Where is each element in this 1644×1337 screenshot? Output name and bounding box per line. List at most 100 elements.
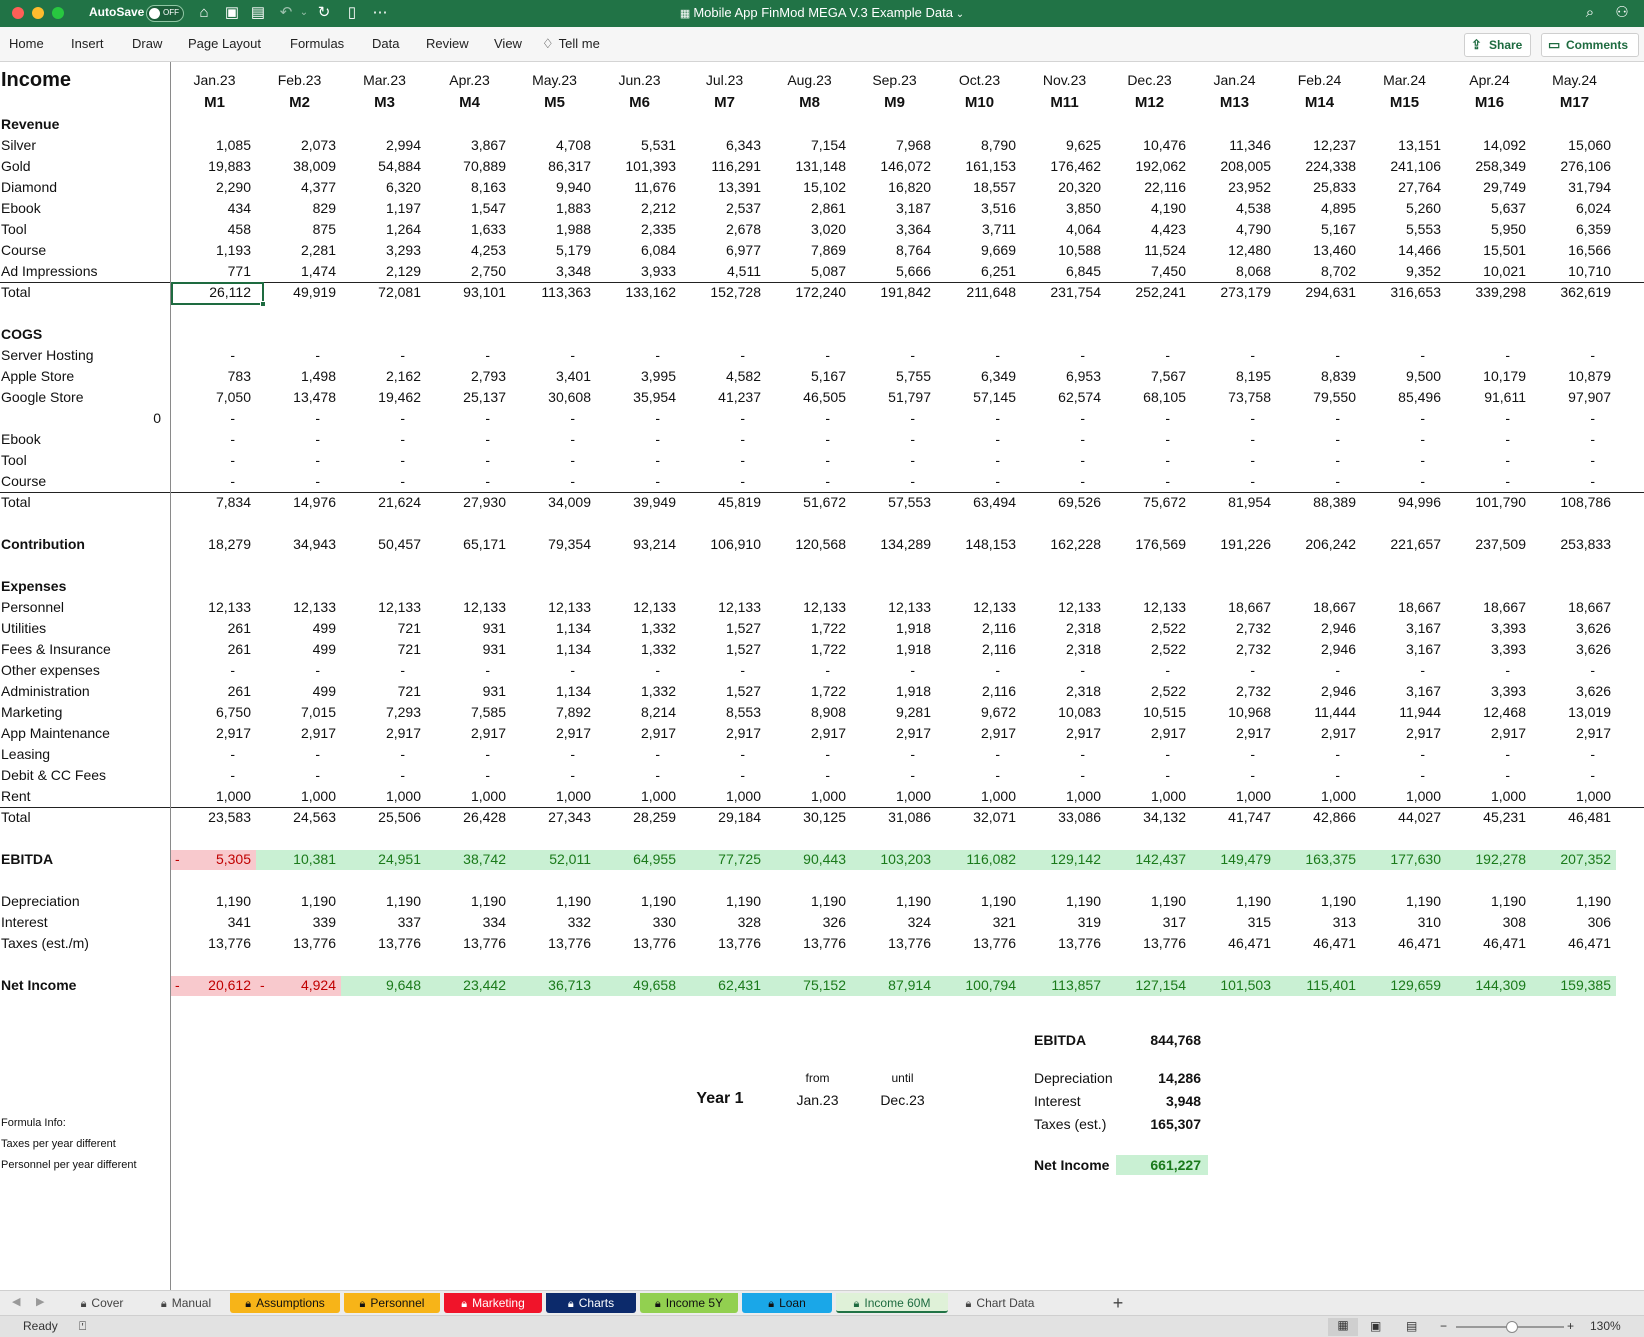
value-cell[interactable]: -: [852, 471, 915, 492]
row-label[interactable]: Course: [1, 240, 169, 261]
value-cell[interactable]: 116,082: [937, 849, 1016, 870]
month-header[interactable]: May.24: [1532, 70, 1617, 91]
value-cell[interactable]: 1,000: [597, 786, 676, 807]
value-cell[interactable]: -: [1532, 744, 1595, 765]
value-cell[interactable]: 41,747: [1192, 807, 1271, 828]
value-cell[interactable]: 46,471: [1447, 933, 1526, 954]
value-cell[interactable]: 14,976: [257, 492, 336, 513]
value-cell[interactable]: -: [597, 744, 660, 765]
sheet-tab-personnel[interactable]: 🔒︎ Personnel: [344, 1293, 440, 1313]
value-cell[interactable]: 2,116: [937, 681, 1016, 702]
value-cell[interactable]: -: [1362, 660, 1425, 681]
value-cell[interactable]: 7,450: [1107, 261, 1186, 282]
prev-sheet-arrow-icon[interactable]: ◀: [12, 1295, 20, 1308]
period-header[interactable]: M16: [1447, 92, 1532, 113]
value-cell[interactable]: 19,462: [342, 387, 421, 408]
value-cell[interactable]: 49,658: [597, 975, 676, 996]
value-cell[interactable]: 10,381: [257, 849, 336, 870]
value-cell[interactable]: 116,291: [682, 156, 761, 177]
value-cell[interactable]: -: [1447, 429, 1510, 450]
value-cell[interactable]: 721: [342, 639, 421, 660]
value-cell[interactable]: 313: [1277, 912, 1356, 933]
value-cell[interactable]: 2,129: [342, 261, 421, 282]
value-cell[interactable]: 2,917: [682, 723, 761, 744]
value-cell[interactable]: 57,145: [937, 387, 1016, 408]
zoom-slider-thumb[interactable]: [1506, 1321, 1518, 1333]
value-cell[interactable]: 499: [257, 639, 336, 660]
value-cell[interactable]: 34,009: [512, 492, 591, 513]
value-cell[interactable]: 8,553: [682, 702, 761, 723]
value-cell[interactable]: 28,259: [597, 807, 676, 828]
value-cell[interactable]: -: [682, 429, 745, 450]
value-cell[interactable]: -: [427, 765, 490, 786]
zoom-out-icon[interactable]: −: [1440, 1319, 1447, 1333]
value-cell[interactable]: 24,563: [257, 807, 336, 828]
value-cell[interactable]: 3,348: [512, 261, 591, 282]
value-cell[interactable]: 276,106: [1532, 156, 1611, 177]
value-cell[interactable]: 1,190: [172, 891, 251, 912]
value-cell[interactable]: 13,776: [682, 933, 761, 954]
value-cell[interactable]: 27,343: [512, 807, 591, 828]
value-cell[interactable]: 3,995: [597, 366, 676, 387]
value-cell[interactable]: 2,946: [1277, 681, 1356, 702]
value-cell[interactable]: 86,317: [512, 156, 591, 177]
value-cell[interactable]: 1,722: [767, 639, 846, 660]
value-cell[interactable]: -: [1022, 408, 1085, 429]
value-cell[interactable]: -: [342, 744, 405, 765]
value-cell[interactable]: -: [427, 744, 490, 765]
value-cell[interactable]: 51,672: [767, 492, 846, 513]
value-cell[interactable]: 8,790: [937, 135, 1016, 156]
row-label[interactable]: Server Hosting: [1, 345, 169, 366]
value-cell[interactable]: 3,711: [937, 219, 1016, 240]
value-cell[interactable]: -: [1192, 744, 1255, 765]
month-header[interactable]: Dec.23: [1107, 70, 1192, 91]
tab-formulas[interactable]: Formulas: [290, 36, 344, 51]
value-cell[interactable]: 23,442: [427, 975, 506, 996]
value-cell[interactable]: 3,850: [1022, 198, 1101, 219]
value-cell[interactable]: 1,190: [342, 891, 421, 912]
value-cell[interactable]: 68,105: [1107, 387, 1186, 408]
value-cell[interactable]: 2,318: [1022, 681, 1101, 702]
value-cell[interactable]: 3,167: [1362, 681, 1441, 702]
value-cell[interactable]: 91,611: [1447, 387, 1526, 408]
from-value[interactable]: Jan.23: [780, 1090, 855, 1111]
value-cell[interactable]: -: [1532, 429, 1595, 450]
period-header[interactable]: M17: [1532, 92, 1617, 113]
value-cell[interactable]: 931: [427, 681, 506, 702]
value-cell[interactable]: 1,332: [597, 681, 676, 702]
value-cell[interactable]: 6,251: [937, 261, 1016, 282]
value-cell[interactable]: -: [597, 471, 660, 492]
value-cell[interactable]: 10,021: [1447, 261, 1526, 282]
value-cell[interactable]: -: [852, 408, 915, 429]
value-cell[interactable]: 306: [1532, 912, 1611, 933]
value-cell[interactable]: 32,071: [937, 807, 1016, 828]
value-cell[interactable]: 14,466: [1362, 240, 1441, 261]
value-cell[interactable]: 224,338: [1277, 156, 1356, 177]
value-cell[interactable]: 1,134: [512, 618, 591, 639]
value-cell[interactable]: 7,050: [172, 387, 251, 408]
value-cell[interactable]: -: [1447, 450, 1510, 471]
month-header[interactable]: Feb.24: [1277, 70, 1362, 91]
value-cell[interactable]: -: [1022, 765, 1085, 786]
value-cell[interactable]: 5,260: [1362, 198, 1441, 219]
value-cell[interactable]: 15,102: [767, 177, 846, 198]
month-header[interactable]: May.23: [512, 70, 597, 91]
value-cell[interactable]: 1,000: [342, 786, 421, 807]
value-cell[interactable]: 172,240: [767, 282, 846, 303]
value-cell[interactable]: 9,625: [1022, 135, 1101, 156]
value-cell[interactable]: -: [342, 408, 405, 429]
value-cell[interactable]: 3,393: [1447, 681, 1526, 702]
month-header[interactable]: Nov.23: [1022, 70, 1107, 91]
value-cell[interactable]: 46,471: [1192, 933, 1271, 954]
value-cell[interactable]: -: [257, 765, 320, 786]
value-cell[interactable]: 231,754: [1022, 282, 1101, 303]
value-cell[interactable]: -: [1192, 345, 1255, 366]
value-cell[interactable]: 458: [172, 219, 251, 240]
value-cell[interactable]: 129,659: [1362, 975, 1441, 996]
value-cell[interactable]: 1,988: [512, 219, 591, 240]
value-cell[interactable]: 191,842: [852, 282, 931, 303]
value-cell[interactable]: -: [1107, 744, 1170, 765]
value-cell[interactable]: 2,917: [1277, 723, 1356, 744]
value-cell[interactable]: 64,955: [597, 849, 676, 870]
value-cell[interactable]: 2,281: [257, 240, 336, 261]
